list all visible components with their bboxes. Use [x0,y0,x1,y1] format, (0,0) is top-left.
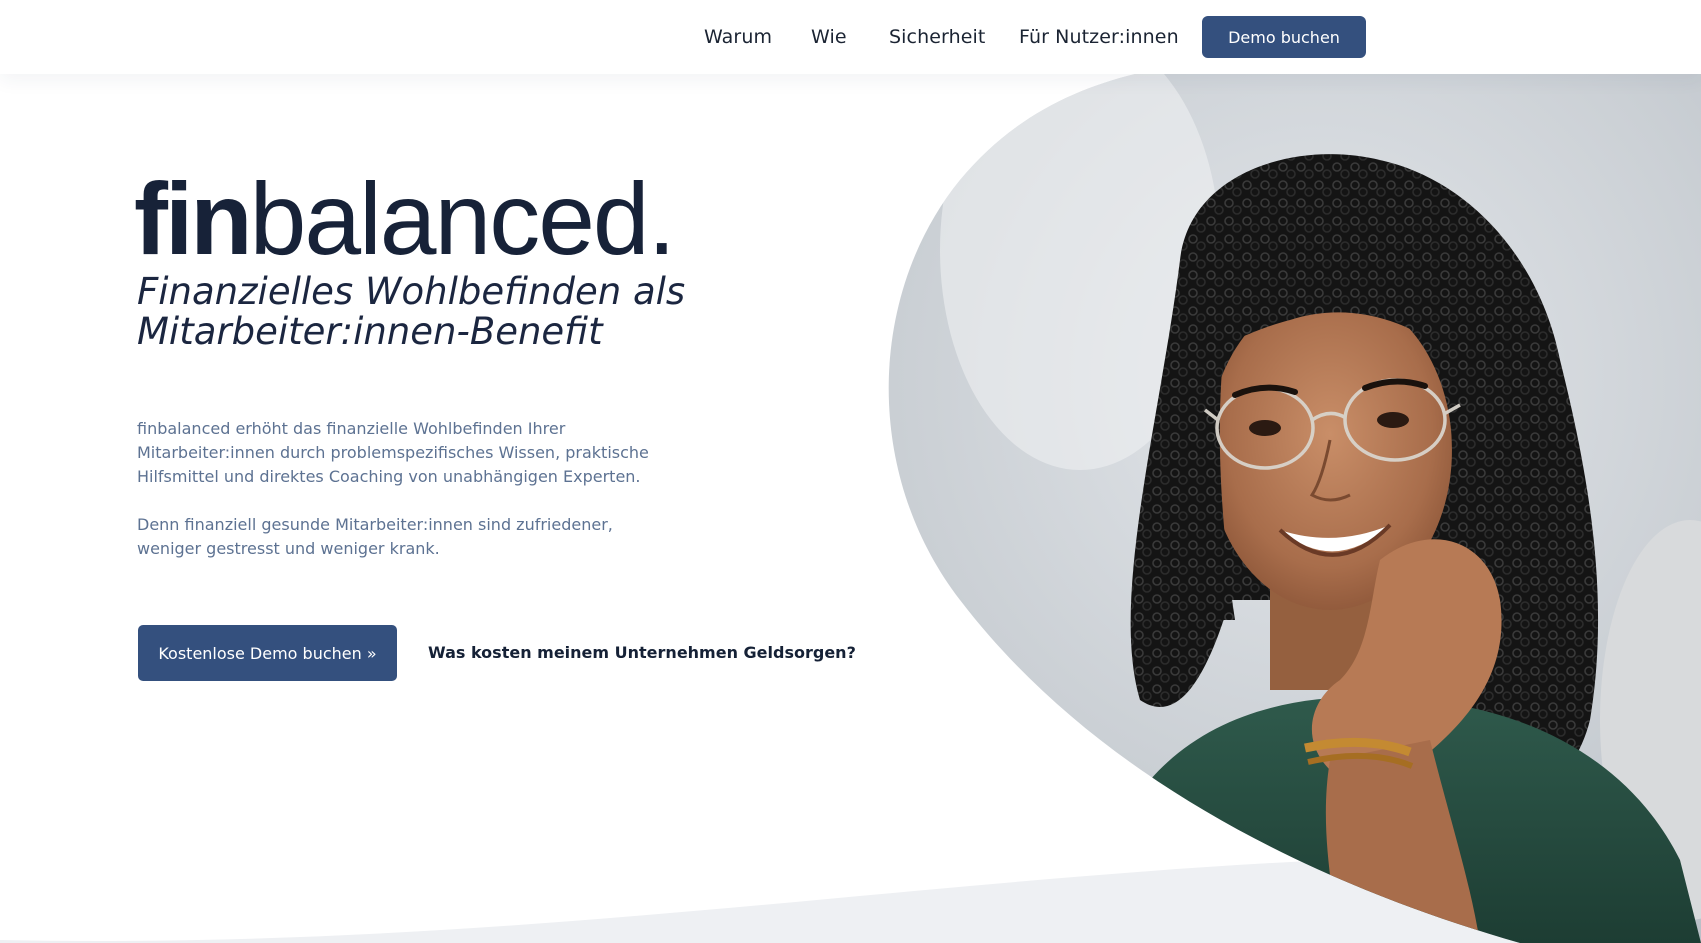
nav-link-fuer-nutzer[interactable]: Für Nutzer:innen [1019,26,1179,48]
logo-fin: fin [134,162,253,276]
nav-link-warum[interactable]: Warum [704,26,772,48]
hero-paragraph-1: finbalanced erhöht das finanzielle Wohlb… [137,419,649,486]
cost-of-money-worries-link[interactable]: Was kosten meinem Unternehmen Geldsorgen… [428,643,856,662]
demo-buchen-button[interactable]: Demo buchen [1202,16,1366,58]
hero-paragraph-2: Denn finanziell gesunde Mitarbeiter:inne… [137,515,613,558]
nav-link-sicherheit[interactable]: Sicherheit [889,26,985,48]
hero-subtitle: Finanzielles Wohlbefinden als Mitarbeite… [137,270,686,353]
logo-balanced: balanced. [249,162,676,276]
top-navigation-bar: Warum Wie Sicherheit Für Nutzer:innen De… [0,0,1701,74]
nav-link-wie[interactable]: Wie [811,26,847,48]
brand-logo: finbalanced. [134,168,676,270]
free-demo-button[interactable]: Kostenlose Demo buchen » [138,625,397,681]
